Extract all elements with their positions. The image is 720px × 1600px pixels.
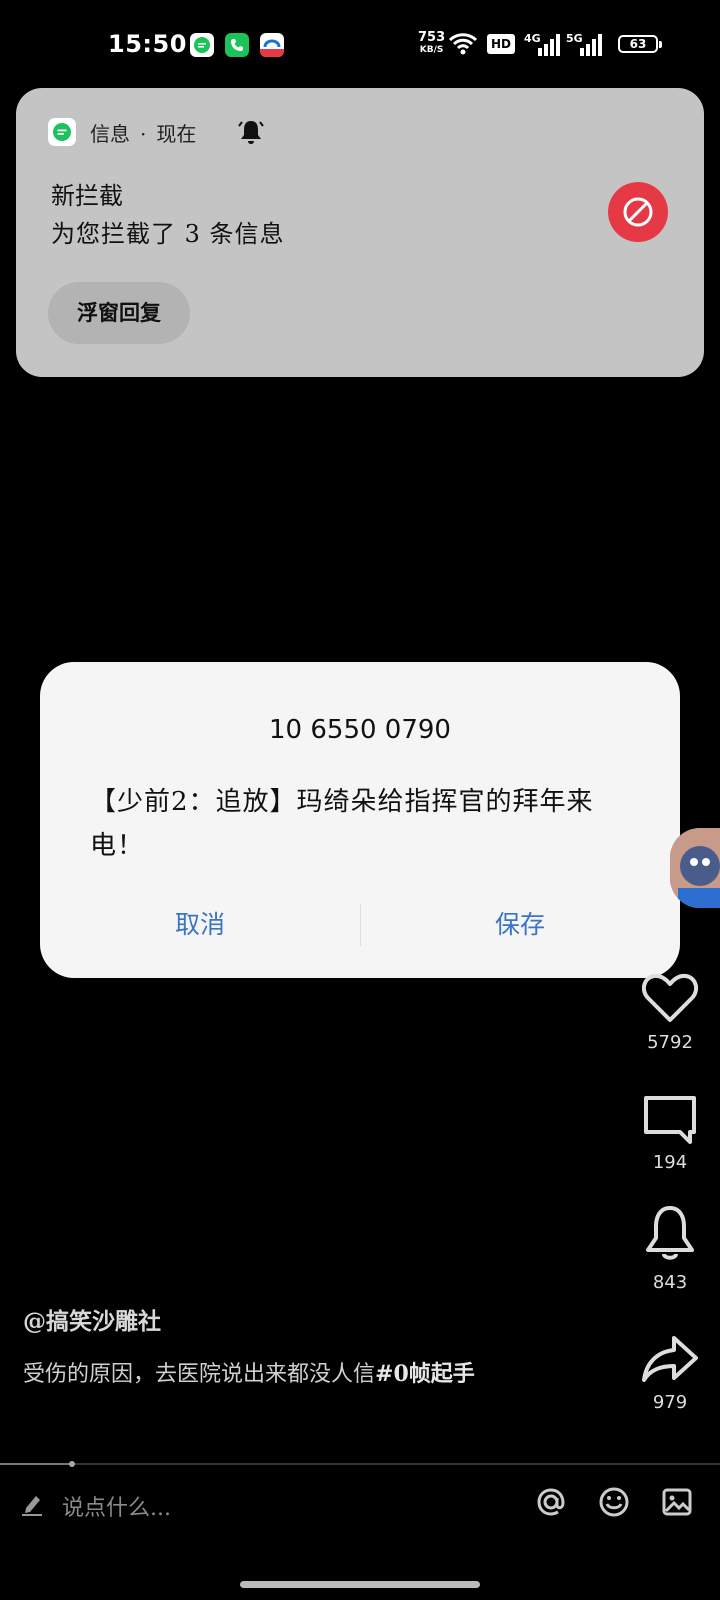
block-icon <box>623 197 653 227</box>
image-icon[interactable] <box>661 1486 693 1518</box>
signal-4g-icon: 4G <box>524 32 560 56</box>
save-button[interactable]: 保存 <box>360 894 680 956</box>
comment-input[interactable]: 说点什么... <box>62 1490 171 1522</box>
video-progress-fill <box>0 1463 72 1465</box>
shop-app-icon <box>260 33 284 57</box>
video-caption: 受伤的原因，去医院说出来都没人信#0帧起手 <box>23 1354 523 1395</box>
share-count: 979 <box>652 1392 688 1413</box>
mention-icon[interactable] <box>535 1486 567 1518</box>
share-button[interactable]: 979 <box>630 1334 710 1413</box>
bell-favorite-icon <box>646 1206 694 1260</box>
home-indicator[interactable] <box>240 1581 480 1588</box>
wifi-icon <box>448 33 478 55</box>
save-message-dialog: 10 6550 0790 【少前2：追放】玛绮朵给指挥官的拜年来电！ 取消 保存 <box>40 662 680 978</box>
comment-count: 194 <box>652 1152 688 1173</box>
battery-icon: 63 <box>618 35 662 53</box>
bell-icon <box>238 121 264 144</box>
favorite-count: 843 <box>652 1272 688 1293</box>
author-name[interactable]: @搞笑沙雕社 <box>23 1302 161 1336</box>
dialog-message: 【少前2：追放】玛绮朵给指挥官的拜年来电！ <box>90 787 594 861</box>
blocked-messages-notification[interactable]: 信息 · 现在 新拦截 为您拦截了 3 条信息 浮窗回复 <box>16 88 704 377</box>
comment-button[interactable]: 194 <box>630 1094 710 1173</box>
hd-label: HD <box>490 37 511 51</box>
favorite-button[interactable]: 843 <box>630 1204 710 1293</box>
notification-time: 现在 <box>156 122 197 146</box>
screen: 15:50 753 KB/S HD 4G 5G 63 信息 · 现在 新拦截 为… <box>0 0 720 1600</box>
cancel-button[interactable]: 取消 <box>40 894 360 956</box>
network-speed-value: 753 <box>418 30 446 45</box>
block-button[interactable] <box>608 182 668 242</box>
notification-title: 新拦截 <box>51 182 123 210</box>
comment-icon <box>644 1096 696 1144</box>
notification-separator: · <box>140 122 147 146</box>
pencil-icon <box>22 1496 42 1516</box>
heart-icon <box>641 973 699 1022</box>
video-progress-bar[interactable] <box>0 1461 720 1467</box>
notification-app-name: 信息 <box>90 122 130 146</box>
author-avatar[interactable] <box>670 828 720 908</box>
messages-app-icon <box>190 33 214 57</box>
dialog-sender-number: 10 6550 0790 <box>269 715 451 745</box>
status-time: 15:50 <box>108 30 187 58</box>
comment-input-bar[interactable]: 说点什么... <box>0 1466 720 1546</box>
like-button[interactable]: 5792 <box>630 970 710 1053</box>
phone-app-icon <box>225 33 249 57</box>
hd-voice-icon: HD <box>487 34 515 54</box>
notification-header: 信息 · 现在 <box>90 118 196 147</box>
floating-reply-button[interactable]: 浮窗回复 <box>48 282 190 344</box>
notification-body: 为您拦截了 3 条信息 <box>51 220 285 248</box>
status-bar: 15:50 753 KB/S HD 4G 5G 63 <box>0 0 720 90</box>
like-count: 5792 <box>647 1032 693 1053</box>
messages-icon <box>48 118 76 146</box>
share-icon <box>642 1336 698 1382</box>
network-speed: 753 KB/S <box>418 30 446 56</box>
network-speed-unit: KB/S <box>419 45 444 55</box>
signal-5g-icon: 5G <box>566 32 602 56</box>
caption-text: 受伤的原因，去医院说出来都没人信 <box>23 1362 376 1387</box>
battery-level: 63 <box>629 37 647 51</box>
hashtag-link[interactable]: #0帧起手 <box>375 1361 475 1387</box>
emoji-icon[interactable] <box>598 1486 630 1518</box>
